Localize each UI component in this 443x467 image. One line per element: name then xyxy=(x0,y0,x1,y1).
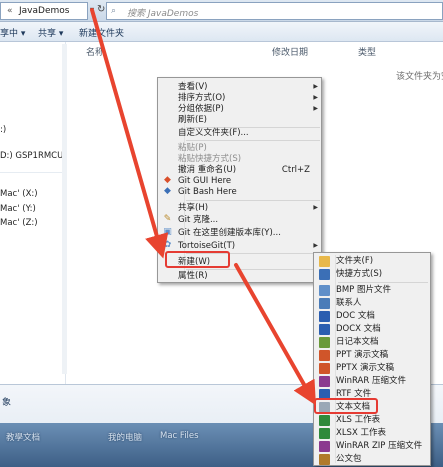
submenu-item[interactable]: 日记本文档 xyxy=(336,336,430,349)
pptx-icon xyxy=(319,363,330,374)
address-bar: « JavaDemos ▾ ↻ ⌕ 搜索 JavaDemos xyxy=(0,0,443,22)
submenu-item[interactable]: DOC 文档 xyxy=(336,310,430,323)
menu-separator xyxy=(186,200,320,201)
new-menu-highlight xyxy=(165,251,230,268)
column-date[interactable]: 修改日期 xyxy=(272,45,308,58)
command-toolbar: 享中 ▾ 共享 ▾ 新建文件夹 xyxy=(0,22,443,42)
menu-item-git-bash[interactable]: Git Bash Here xyxy=(178,186,320,198)
navigation-pane: :) D:) GSP1RMCUI Mac' (X:) Mac' (Y:) Mac… xyxy=(0,42,66,392)
bmp-icon xyxy=(319,285,330,296)
new-folder-button[interactable]: 新建文件夹 xyxy=(79,26,124,39)
submenu-item[interactable]: WinRAR ZIP 压缩文件 xyxy=(336,440,430,453)
git-gui-icon: ◆ xyxy=(164,175,171,185)
submenu-item[interactable]: XLSX 工作表 xyxy=(336,427,430,440)
breadcrumb-javademos[interactable]: JavaDemos xyxy=(19,6,69,16)
shortcut-icon xyxy=(319,269,330,280)
folder-icon xyxy=(319,256,330,267)
search-input[interactable]: ⌕ 搜索 JavaDemos xyxy=(106,2,443,20)
taskbar-item-computer[interactable]: 我的电脑 xyxy=(108,431,142,443)
new-submenu: 文件夹(F) 快捷方式(S) BMP 图片文件 联系人 DOC 文档 DOCX 文档 日记本… xyxy=(313,252,431,466)
nav-divider xyxy=(0,172,65,173)
nav-item-drive-c[interactable]: :) xyxy=(0,125,6,135)
submenu-item[interactable]: PPT 演示文稿 xyxy=(336,349,430,362)
search-placeholder: 搜索 JavaDemos xyxy=(127,9,199,19)
rar-icon xyxy=(319,376,330,387)
search-icon: ⌕ xyxy=(111,6,117,16)
nav-item-drive-z[interactable]: Mac' (Z:) xyxy=(0,218,38,228)
xlsx-icon xyxy=(319,428,330,439)
nav-item-drive-y[interactable]: Mac' (Y:) xyxy=(0,204,36,214)
nav-item-drive-x[interactable]: Mac' (X:) xyxy=(0,189,38,199)
organize-button[interactable]: 享中 ▾ xyxy=(0,26,25,39)
menu-item-customize-folder[interactable]: 自定义文件夹(F)... xyxy=(178,127,320,139)
git-clone-icon: ✎ xyxy=(163,214,172,224)
menu-separator xyxy=(338,282,428,283)
submenu-arrow-icon: ▶ xyxy=(313,204,318,211)
column-type[interactable]: 类型 xyxy=(358,45,376,58)
nav-scrollbar[interactable] xyxy=(62,44,67,374)
ppt-icon xyxy=(319,350,330,361)
submenu-item[interactable]: 文件夹(F) xyxy=(336,255,430,268)
text-doc-highlight xyxy=(314,398,378,414)
address-dropdown-icon[interactable]: ▾ xyxy=(90,5,94,14)
menu-item-git-clone[interactable]: Git 克隆... xyxy=(178,214,320,226)
xls-icon xyxy=(319,415,330,426)
taskbar-item-mac-files[interactable]: Mac Files xyxy=(160,431,199,441)
details-label: 象 xyxy=(2,398,12,408)
submenu-item[interactable]: PPTX 演示文稿 xyxy=(336,362,430,375)
submenu-item[interactable]: BMP 图片文件 xyxy=(336,284,430,297)
journal-icon xyxy=(319,337,330,348)
column-name[interactable]: 名称 xyxy=(86,45,104,58)
submenu-item[interactable]: 联系人 xyxy=(336,297,430,310)
menu-separator xyxy=(186,140,320,141)
submenu-item[interactable]: 公文包 xyxy=(336,453,430,466)
submenu-item[interactable]: DOCX 文档 xyxy=(336,323,430,336)
menu-item-refresh[interactable]: 刷新(E) xyxy=(178,114,320,126)
menu-item-git-create-repo[interactable]: Git 在这里创建版本库(Y)... xyxy=(178,227,320,239)
tortoisegit-icon: ✿ xyxy=(163,240,172,250)
submenu-item[interactable]: XLS 工作表 xyxy=(336,414,430,427)
menu-item-properties[interactable]: 属性(R) xyxy=(178,270,320,282)
submenu-arrow-icon: ▶ xyxy=(313,242,318,249)
doc-icon xyxy=(319,311,330,322)
refresh-icon[interactable]: ↻ xyxy=(97,4,105,15)
address-field[interactable]: « JavaDemos xyxy=(0,2,88,20)
submenu-item[interactable]: 快捷方式(S) xyxy=(336,268,430,281)
arrow-to-text-document xyxy=(234,263,316,406)
menu-item-share[interactable]: 共享(H) ▶ xyxy=(178,202,320,214)
breadcrumb-overflow[interactable]: « xyxy=(7,6,13,16)
empty-folder-message: 该文件夹为空 xyxy=(396,72,443,82)
zip-icon xyxy=(319,441,330,452)
git-bash-icon: ◆ xyxy=(164,186,171,196)
briefcase-icon xyxy=(319,454,330,465)
docx-icon xyxy=(319,324,330,335)
contact-icon xyxy=(319,298,330,309)
share-button[interactable]: 共享 ▾ xyxy=(38,26,63,39)
git-create-repo-icon: ▣ xyxy=(163,227,172,237)
nav-item-drive-d[interactable]: D:) GSP1RMCUI xyxy=(0,151,65,161)
taskbar-item-docs[interactable]: 教學文档 xyxy=(6,431,40,443)
submenu-item[interactable]: WinRAR 压缩文件 xyxy=(336,375,430,388)
